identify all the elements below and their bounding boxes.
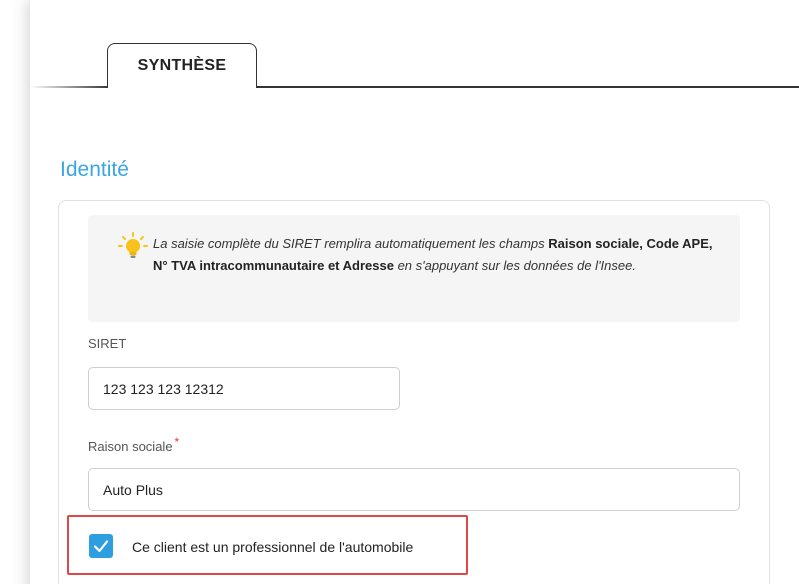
section-title-identite: Identité bbox=[60, 158, 129, 181]
raison-sociale-label: Raison sociale bbox=[88, 439, 173, 454]
tab-synthese[interactable]: SYNTHÈSE bbox=[107, 43, 257, 88]
siret-label: SIRET bbox=[88, 336, 127, 351]
siret-input[interactable] bbox=[88, 367, 400, 410]
required-asterisk: * bbox=[174, 435, 180, 449]
tab-underline-fade bbox=[30, 86, 110, 88]
raison-sociale-label-wrap: Raison sociale * bbox=[88, 435, 179, 454]
info-text-part2: en s'appuyant sur les données de l'Insee… bbox=[393, 258, 636, 273]
info-text: La saisie complète du SIRET remplira aut… bbox=[153, 233, 713, 277]
professional-checkbox-label[interactable]: Ce client est un professionnel de l'auto… bbox=[132, 539, 413, 555]
checkmark-icon bbox=[93, 540, 109, 553]
professional-checkbox[interactable] bbox=[89, 534, 113, 558]
info-text-part1: La saisie complète du SIRET remplira aut… bbox=[153, 236, 549, 251]
raison-sociale-input[interactable] bbox=[88, 468, 740, 511]
lightbulb-icon bbox=[118, 232, 148, 262]
